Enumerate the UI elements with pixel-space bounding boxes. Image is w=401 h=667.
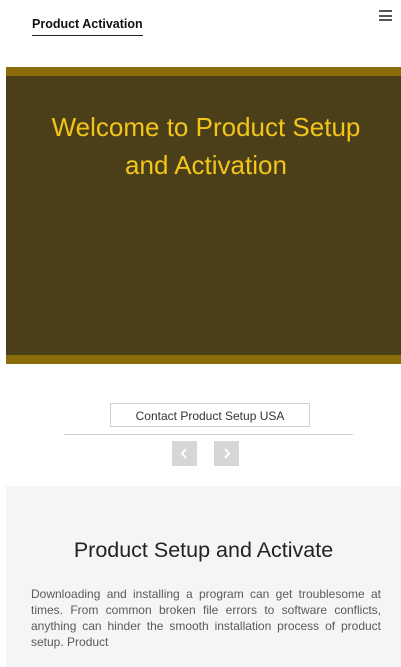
divider [64, 434, 353, 435]
hamburger-menu-icon[interactable] [379, 10, 392, 21]
site-header: Product Activation [0, 0, 401, 66]
brand-title[interactable]: Product Activation [32, 17, 143, 36]
menu-icon-bar [379, 19, 392, 21]
section-title: Product Setup and Activate [73, 538, 334, 562]
section-body-text: Downloading and installing a program can… [31, 587, 381, 649]
carousel-prev-button[interactable] [172, 441, 197, 466]
menu-icon-bar [379, 14, 392, 17]
carousel-next-button[interactable] [214, 441, 239, 466]
chevron-right-icon [224, 448, 231, 459]
menu-icon-bar [379, 10, 392, 12]
hero-banner: Welcome to Product Setup and Activation [6, 67, 401, 364]
chevron-left-icon [180, 448, 187, 459]
hero-title: Welcome to Product Setup and Activation [51, 112, 361, 180]
about-section: Product Setup and Activate Downloading a… [6, 486, 401, 667]
contact-button[interactable]: Contact Product Setup USA [110, 403, 310, 427]
